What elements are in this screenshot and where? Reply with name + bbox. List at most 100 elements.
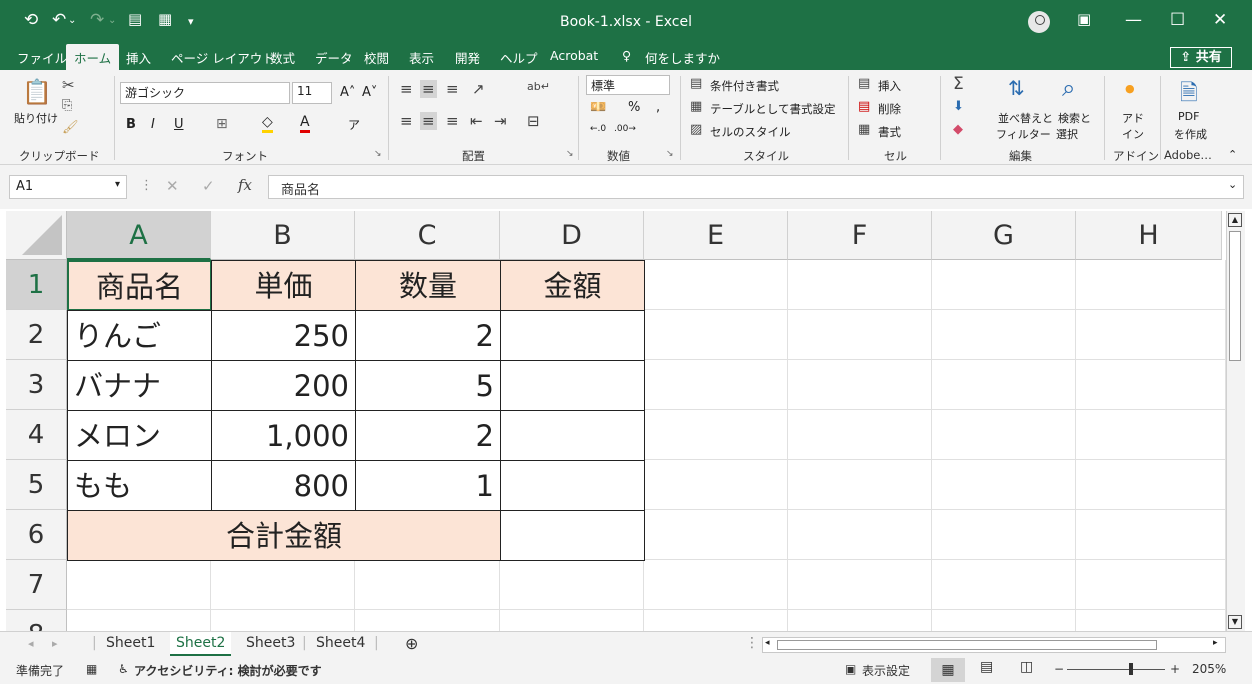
orientation-icon[interactable]: ↗ [472, 80, 485, 98]
cell-styles-button[interactable]: セルのスタイル [710, 124, 791, 140]
formula-input[interactable]: 商品名 [268, 175, 1244, 199]
sheet-tab-3[interactable]: Sheet3 [246, 635, 295, 651]
row-header-7[interactable]: 7 [6, 560, 67, 610]
cell-c1[interactable]: 数量 [355, 260, 501, 311]
merge-center-icon[interactable]: ⊟ [527, 112, 540, 130]
row-header-5[interactable]: 5 [6, 460, 67, 510]
expand-formula-icon[interactable]: ⌄ [1228, 178, 1237, 191]
insert-function-icon[interactable]: fx [238, 176, 252, 194]
empty-cell[interactable] [788, 310, 932, 360]
tab-formulas[interactable]: 数式 [270, 48, 295, 67]
empty-cell[interactable] [932, 560, 1076, 610]
column-header-f[interactable]: F [788, 211, 932, 260]
page-break-view-icon[interactable]: ◫ [1020, 659, 1033, 675]
paste-button[interactable]: 貼り付け [14, 110, 58, 126]
tab-file[interactable]: ファイル [17, 48, 67, 67]
empty-cell[interactable] [644, 510, 788, 560]
addins-label-2[interactable]: イン [1122, 126, 1144, 142]
fill-icon[interactable]: ⬇ [953, 99, 964, 114]
empty-cell[interactable] [644, 310, 788, 360]
delete-cells-button[interactable]: 削除 [878, 101, 901, 117]
align-middle-icon[interactable]: ≡ [420, 80, 437, 98]
scroll-right-icon[interactable]: ▸ [1213, 638, 1218, 648]
column-header-a[interactable]: A [67, 211, 211, 260]
tab-splitter-icon[interactable]: ⋮ [745, 635, 759, 651]
number-dialog-launcher-icon[interactable]: ↘ [666, 149, 674, 159]
account-avatar[interactable] [1028, 11, 1050, 33]
increase-indent-icon[interactable]: ⇥ [494, 112, 507, 130]
select-all-corner[interactable] [6, 211, 67, 260]
cell-d1[interactable]: 金額 [500, 260, 645, 311]
cell-d6[interactable] [500, 510, 645, 561]
column-header-d[interactable]: D [500, 211, 644, 260]
normal-view-icon[interactable]: ▦ [931, 658, 965, 682]
create-pdf-label-2[interactable]: を作成 [1174, 126, 1207, 142]
empty-cell[interactable] [500, 560, 644, 610]
cell-a5[interactable]: もも [67, 460, 212, 511]
cell-d5[interactable] [500, 460, 645, 511]
share-button[interactable]: ⇪ 共有 [1170, 47, 1232, 68]
align-left-icon[interactable]: ≡ [400, 112, 413, 130]
empty-cell[interactable] [932, 460, 1076, 510]
zoom-out-icon[interactable]: − [1054, 662, 1064, 676]
alignment-dialog-launcher-icon[interactable]: ↘ [566, 149, 574, 159]
close-icon[interactable]: ✕ [1213, 10, 1227, 30]
cell-c5[interactable]: 1 [355, 460, 501, 511]
empty-cell[interactable] [355, 560, 500, 610]
align-center-icon[interactable]: ≡ [420, 112, 437, 130]
tab-home[interactable]: ホーム [66, 44, 120, 70]
comma-icon[interactable]: , [656, 100, 660, 115]
horizontal-scrollbar[interactable]: ◂ ▸ [762, 637, 1226, 653]
empty-cell[interactable] [644, 610, 788, 631]
bold-button[interactable]: B [126, 117, 136, 132]
empty-cell[interactable] [1076, 510, 1226, 560]
zoom-slider[interactable] [1067, 663, 1165, 675]
vertical-scrollbar[interactable]: ▲ ▼ [1226, 211, 1245, 631]
confirm-formula-icon[interactable]: ✓ [202, 177, 215, 195]
maximize-icon[interactable]: ☐ [1170, 10, 1185, 30]
collapse-ribbon-icon[interactable]: ⌃ [1228, 148, 1237, 161]
empty-cell[interactable] [211, 560, 355, 610]
font-color-icon[interactable]: A [300, 114, 310, 133]
percent-icon[interactable]: % [628, 100, 640, 115]
row-header-1[interactable]: 1 [6, 260, 67, 310]
sheet-tab-1[interactable]: Sheet1 [106, 635, 155, 651]
align-right-icon[interactable]: ≡ [446, 112, 459, 130]
empty-cell[interactable] [644, 360, 788, 410]
column-header-b[interactable]: B [211, 211, 355, 260]
tell-me-search[interactable]: 何をしますか [645, 48, 720, 67]
empty-cell[interactable] [67, 560, 211, 610]
empty-cell[interactable] [932, 610, 1076, 631]
insert-cells-button[interactable]: 挿入 [878, 78, 901, 94]
autosum-icon[interactable]: Σ [953, 74, 964, 94]
copy-icon[interactable]: ⎘ [62, 98, 72, 113]
row-header-3[interactable]: 3 [6, 360, 67, 410]
format-cells-button[interactable]: 書式 [878, 124, 901, 140]
empty-cell[interactable] [1076, 310, 1226, 360]
empty-cell[interactable] [644, 560, 788, 610]
name-box[interactable]: A1 ▾ [9, 175, 127, 199]
cut-icon[interactable]: ✂ [62, 76, 75, 94]
sort-filter-label-1[interactable]: 並べ替えと [998, 110, 1053, 126]
empty-cell[interactable] [932, 360, 1076, 410]
tab-page-layout[interactable]: ページ レイアウト [171, 48, 275, 67]
cell-c3[interactable]: 5 [355, 360, 501, 411]
empty-cell[interactable] [932, 260, 1076, 310]
paste-icon[interactable]: 📋 [22, 78, 52, 106]
format-as-table-button[interactable]: テーブルとして書式設定 [710, 101, 835, 117]
empty-cell[interactable] [1076, 560, 1226, 610]
row-header-8[interactable]: 8 [6, 610, 67, 631]
zoom-slider-thumb[interactable] [1129, 663, 1133, 675]
empty-cell[interactable] [788, 360, 932, 410]
empty-cell[interactable] [788, 410, 932, 460]
tab-view[interactable]: 表示 [409, 48, 434, 67]
tab-developer[interactable]: 開発 [455, 48, 480, 67]
align-bottom-icon[interactable]: ≡ [446, 80, 459, 98]
cell-a2[interactable]: りんご [67, 310, 212, 361]
wrap-text-icon[interactable]: ab↵ [527, 80, 550, 93]
empty-cell[interactable] [788, 510, 932, 560]
italic-button[interactable]: I [151, 117, 155, 132]
font-dialog-launcher-icon[interactable]: ↘ [374, 149, 382, 159]
cell-d2[interactable] [500, 310, 645, 361]
empty-cell[interactable] [644, 460, 788, 510]
